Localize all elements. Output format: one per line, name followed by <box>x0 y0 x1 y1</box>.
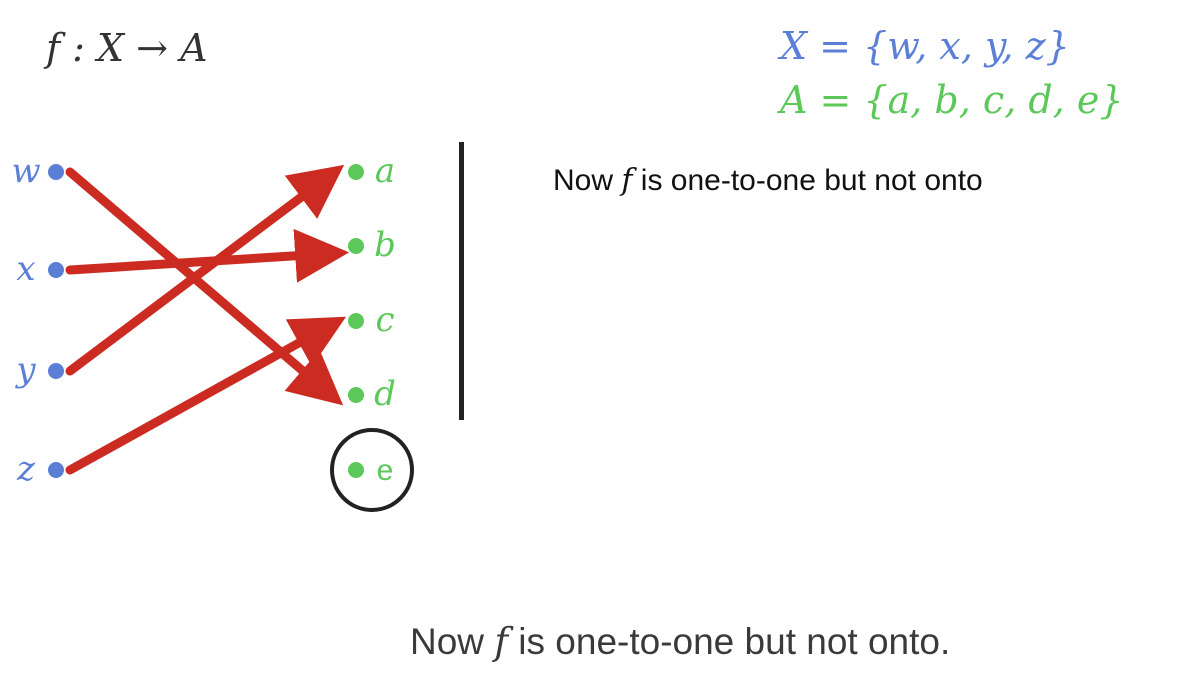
domain-dot-y <box>48 363 64 379</box>
codomain-label-a: a <box>375 151 395 191</box>
side-note-f: f <box>621 163 633 198</box>
domain-label-w: w <box>11 151 40 191</box>
codomain-dot-a <box>348 164 364 180</box>
codomain-label-b: b <box>374 225 396 265</box>
codomain-label-d: d <box>374 374 396 414</box>
set-a-definition: A = {a, b, c, d, e} <box>780 78 1124 122</box>
divider-line <box>459 142 464 420</box>
codomain-label-c: c <box>375 300 394 340</box>
codomain-dot-d <box>348 387 364 403</box>
arrow-x-to-b <box>65 228 350 283</box>
domain-dot-z <box>48 462 64 478</box>
caption-f: f <box>494 620 509 663</box>
domain-dot-x <box>48 262 64 278</box>
codomain-dot-e <box>348 462 364 478</box>
side-note-prefix: Now <box>553 164 622 197</box>
codomain-dot-c <box>348 313 364 329</box>
highlight-circle-e <box>330 428 414 512</box>
side-note: Now f is one-to-one but not onto <box>553 163 983 198</box>
arrow-z-to-c <box>65 316 347 475</box>
domain-label-x: x <box>16 249 35 289</box>
domain-label-z: z <box>16 449 36 489</box>
caption: Now f is one-to-one but not onto. <box>410 620 950 663</box>
arrows-layer <box>65 164 350 475</box>
caption-suffix: is one-to-one but not onto. <box>508 621 951 662</box>
caption-prefix: Now <box>410 621 495 662</box>
codomain-label-e: e <box>377 454 394 487</box>
domain-label-y: y <box>14 350 36 390</box>
codomain-layer: abcd e <box>330 151 414 512</box>
codomain-dot-b <box>348 238 364 254</box>
set-x-definition: X = {w, x, y, z} <box>780 24 1070 68</box>
domain-dot-w <box>48 164 64 180</box>
side-note-suffix: is one-to-one but not onto <box>632 164 983 197</box>
domain-layer: w x y z <box>11 151 64 489</box>
mapping-diagram: w x y z abcd e <box>11 151 414 512</box>
